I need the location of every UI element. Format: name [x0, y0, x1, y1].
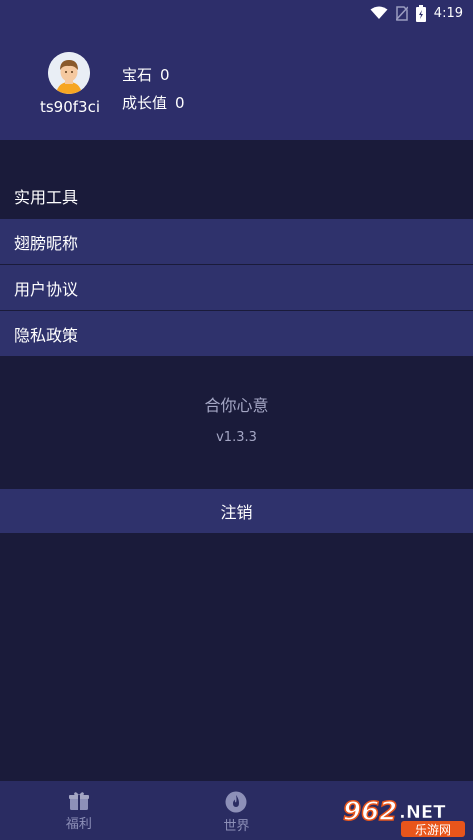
- fire-icon: [225, 791, 247, 813]
- menu-item-label: 实用工具: [14, 187, 79, 207]
- tab-label: 福利: [65, 817, 92, 832]
- app-name: 合你心意: [204, 396, 269, 415]
- settings-menu: 实用工具 翅膀昵称 用户协议 隐私政策: [0, 173, 473, 357]
- menu-item-privacy-policy[interactable]: 隐私政策: [0, 311, 473, 357]
- menu-item-user-agreement[interactable]: 用户协议: [0, 265, 473, 311]
- username: ts90f3ci: [39, 98, 101, 116]
- battery-icon: [415, 4, 426, 22]
- profile-header: ts90f3ci 宝石 0 成长值 0: [0, 26, 473, 140]
- clock-time: 4:19: [433, 5, 463, 21]
- watermark-logo: 962 .NET 乐游网: [337, 794, 469, 838]
- menu-item-wing-nickname[interactable]: 翅膀昵称: [0, 219, 473, 265]
- growth-label: 成长值: [122, 94, 168, 112]
- watermark-suffix: .NET: [399, 802, 446, 823]
- no-sim-icon: [395, 5, 408, 21]
- gems-stat: 宝石 0: [122, 64, 170, 85]
- tab-label: 世界: [223, 819, 250, 834]
- tab-welfare[interactable]: 福利: [0, 781, 158, 840]
- menu-item-tools[interactable]: 实用工具: [0, 173, 473, 219]
- menu-item-label: 用户协议: [14, 279, 79, 299]
- menu-item-label: 翅膀昵称: [14, 233, 79, 253]
- watermark-number: 962: [343, 797, 397, 827]
- gems-label: 宝石: [122, 66, 153, 84]
- tab-world[interactable]: 世界: [158, 781, 316, 840]
- growth-stat: 成长值 0: [122, 92, 185, 113]
- app-version: v1.3.3: [216, 430, 257, 445]
- menu-item-label: 隐私政策: [14, 325, 79, 345]
- logout-label: 注销: [220, 503, 253, 522]
- growth-value: 0: [175, 94, 185, 112]
- wifi-icon: [370, 6, 388, 20]
- watermark-site: 乐游网: [415, 823, 451, 837]
- about-section: 合你心意 v1.3.3: [0, 392, 473, 445]
- gems-value: 0: [160, 66, 170, 84]
- gift-icon: [68, 792, 89, 810]
- status-bar: 4:19: [0, 0, 473, 26]
- avatar[interactable]: [48, 52, 90, 94]
- avatar-icon: [48, 52, 90, 94]
- logout-button[interactable]: 注销: [0, 489, 473, 533]
